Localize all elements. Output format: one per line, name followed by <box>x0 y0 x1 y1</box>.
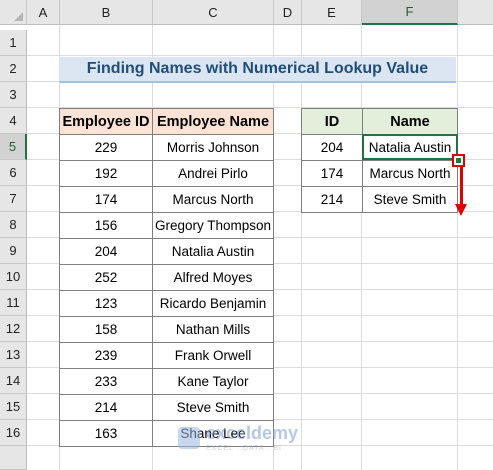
watermark-name: exceldemy <box>206 423 299 443</box>
lookup-cell-id[interactable]: 174 <box>301 160 363 187</box>
fill-handle[interactable] <box>452 154 465 167</box>
lookup-table-header-id[interactable]: ID <box>301 108 363 135</box>
column-header-e[interactable]: E <box>302 0 362 25</box>
row-header-7[interactable]: 7 <box>0 186 27 212</box>
table-cell-id[interactable]: 214 <box>59 394 153 421</box>
column-header-b[interactable]: B <box>60 0 153 25</box>
table-cell-name[interactable]: Gregory Thompson <box>152 212 274 239</box>
row-header-14[interactable]: 14 <box>0 368 27 394</box>
gridline <box>301 25 302 470</box>
row-header-4[interactable]: 4 <box>0 108 27 134</box>
table-cell-id[interactable]: 163 <box>59 420 153 447</box>
drag-arrow-head-icon <box>455 204 467 216</box>
active-cell-selection[interactable] <box>362 134 458 160</box>
table-cell-id[interactable]: 229 <box>59 134 153 161</box>
table-cell-id[interactable]: 174 <box>59 186 153 213</box>
sheet-title[interactable]: Finding Names with Numerical Lookup Valu… <box>59 57 456 83</box>
lookup-table-header-name[interactable]: Name <box>362 108 458 135</box>
row-header-1[interactable]: 1 <box>0 30 27 56</box>
column-header-d[interactable]: D <box>274 0 302 25</box>
row-header-16[interactable]: 16 <box>0 420 27 446</box>
drag-arrow-line <box>460 166 463 206</box>
table-cell-id[interactable]: 192 <box>59 160 153 187</box>
row-header-2[interactable]: 2 <box>0 56 27 82</box>
table-cell-name[interactable]: Frank Orwell <box>152 342 274 369</box>
table-cell-name[interactable]: Andrei Pirlo <box>152 160 274 187</box>
row-header-9[interactable]: 9 <box>0 238 27 264</box>
main-table-header-name[interactable]: Employee Name <box>152 108 274 135</box>
row-header-13[interactable]: 13 <box>0 342 27 368</box>
table-cell-name[interactable]: Marcus North <box>152 186 274 213</box>
gridline <box>457 25 458 470</box>
column-header-g[interactable] <box>458 0 493 25</box>
select-all-corner[interactable] <box>0 0 27 25</box>
lookup-cell-id[interactable]: 214 <box>301 186 363 213</box>
row-header-12[interactable]: 12 <box>0 316 27 342</box>
exceldemy-watermark: exceldemy EXCEL · DATA · BI <box>178 418 328 458</box>
exceldemy-logo-icon <box>178 427 200 449</box>
table-cell-id[interactable]: 158 <box>59 316 153 343</box>
table-cell-id[interactable]: 233 <box>59 368 153 395</box>
table-cell-name[interactable]: Kane Taylor <box>152 368 274 395</box>
row-header-11[interactable]: 11 <box>0 290 27 316</box>
row-header-8[interactable]: 8 <box>0 212 27 238</box>
row-header-5[interactable]: 5 <box>0 134 27 160</box>
table-cell-name[interactable]: Ricardo Benjamin <box>152 290 274 317</box>
main-table-header-id[interactable]: Employee ID <box>59 108 153 135</box>
table-cell-id[interactable]: 204 <box>59 238 153 265</box>
lookup-cell-name[interactable]: Steve Smith <box>362 186 458 213</box>
column-header-a[interactable]: A <box>27 0 60 25</box>
table-cell-id[interactable]: 156 <box>59 212 153 239</box>
table-cell-id[interactable]: 252 <box>59 264 153 291</box>
table-cell-name[interactable]: Steve Smith <box>152 394 274 421</box>
gridline <box>27 55 493 56</box>
row-header-10[interactable]: 10 <box>0 264 27 290</box>
table-cell-name[interactable]: Natalia Austin <box>152 238 274 265</box>
gridline <box>361 25 362 470</box>
column-header-f[interactable]: F <box>362 0 458 25</box>
lookup-cell-id[interactable]: 204 <box>301 134 363 161</box>
table-cell-name[interactable]: Nathan Mills <box>152 316 274 343</box>
row-header-3[interactable]: 3 <box>0 82 27 108</box>
row-header-17[interactable] <box>0 446 27 470</box>
lookup-cell-name[interactable]: Marcus North <box>362 160 458 187</box>
table-cell-name[interactable]: Alfred Moyes <box>152 264 274 291</box>
table-cell-id[interactable]: 123 <box>59 290 153 317</box>
row-header-15[interactable]: 15 <box>0 394 27 420</box>
row-header-6[interactable]: 6 <box>0 160 27 186</box>
watermark-tagline: EXCEL · DATA · BI <box>206 445 282 452</box>
column-header-c[interactable]: C <box>153 0 274 25</box>
table-cell-name[interactable]: Morris Johnson <box>152 134 274 161</box>
table-cell-id[interactable]: 239 <box>59 342 153 369</box>
